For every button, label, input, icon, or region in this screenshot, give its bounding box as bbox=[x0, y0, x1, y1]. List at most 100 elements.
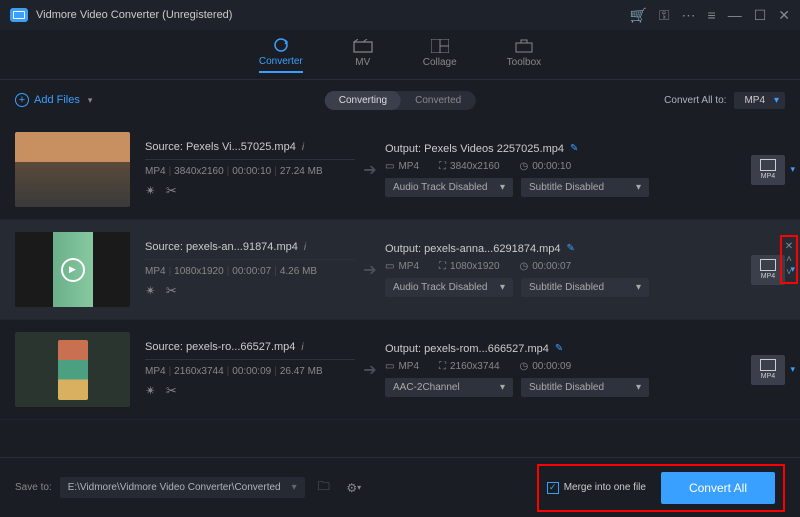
output-dur: ◷ 00:00:07 bbox=[520, 261, 572, 272]
output-filename: Output: pexels-rom...666527.mp4✎ bbox=[385, 343, 731, 355]
output-res: ⛶ 1080x1920 bbox=[439, 261, 500, 272]
remove-row-icon[interactable]: ✕ bbox=[785, 241, 793, 252]
minimize-icon[interactable]: — bbox=[728, 7, 742, 23]
effects-icon[interactable]: ✴ bbox=[145, 383, 156, 399]
converter-icon bbox=[271, 37, 291, 53]
tab-converting[interactable]: Converting bbox=[325, 91, 401, 110]
format-button[interactable]: MP4▾ bbox=[751, 355, 785, 385]
edit-name-icon[interactable]: ✎ bbox=[567, 243, 575, 254]
source-filename: Source: pexels-an...91874.mp4i bbox=[145, 241, 355, 253]
main-tabs: Converter MV Collage Toolbox bbox=[0, 30, 800, 80]
save-path-select[interactable]: E:\Vidmore\Vidmore Video Converter\Conve… bbox=[60, 477, 305, 498]
source-column: Source: Pexels Vi...57025.mp4i MP4|3840x… bbox=[145, 141, 355, 199]
save-to-label: Save to: bbox=[15, 482, 52, 493]
move-down-icon[interactable]: ˅ bbox=[786, 267, 792, 278]
source-filename: Source: pexels-ro...66527.mp4i bbox=[145, 341, 355, 353]
checkbox-icon: ✓ bbox=[547, 482, 559, 494]
app-title: Vidmore Video Converter (Unregistered) bbox=[36, 9, 629, 21]
output-res: ⛶ 2160x3744 bbox=[439, 361, 500, 372]
convert-all-button[interactable]: Convert All bbox=[661, 472, 775, 504]
cart-icon[interactable]: 🛒 bbox=[629, 7, 646, 24]
tab-collage-label: Collage bbox=[423, 57, 457, 68]
output-column: Output: pexels-rom...666527.mp4✎ ▭ MP4 ⛶… bbox=[385, 343, 741, 397]
settings-button[interactable]: ⚙▾ bbox=[343, 477, 365, 499]
app-logo-icon bbox=[10, 8, 28, 22]
key-icon[interactable]: ⚿ bbox=[659, 7, 670, 24]
audio-track-select[interactable]: AAC-2Channel▾ bbox=[385, 378, 513, 397]
add-files-button[interactable]: + Add Files ▾ bbox=[15, 93, 92, 107]
arrow-icon: ➔ bbox=[355, 160, 385, 180]
output-filename: Output: Pexels Videos 2257025.mp4✎ bbox=[385, 143, 731, 155]
output-format: ▭ MP4 bbox=[385, 161, 419, 172]
maximize-icon[interactable]: ☐ bbox=[754, 7, 767, 24]
chevron-down-icon: ▾ bbox=[790, 364, 795, 375]
video-thumbnail[interactable] bbox=[15, 332, 130, 407]
info-icon[interactable]: i bbox=[301, 342, 303, 353]
output-dur: ◷ 00:00:09 bbox=[520, 361, 572, 372]
video-thumbnail[interactable]: ▶ bbox=[15, 232, 130, 307]
close-icon[interactable]: ✕ bbox=[778, 7, 790, 24]
row-side-controls: ✕ ˄ ˅ bbox=[780, 235, 798, 284]
move-up-icon[interactable]: ˄ bbox=[786, 254, 792, 265]
file-row[interactable]: ▶ Source: pexels-an...91874.mp4i MP4|108… bbox=[0, 220, 800, 320]
convert-all-to: Convert All to: MP4 bbox=[664, 92, 785, 109]
edit-name-icon[interactable]: ✎ bbox=[570, 143, 578, 154]
source-meta: MP4|1080x1920|00:00:07|4.26 MB bbox=[145, 266, 355, 277]
cut-icon[interactable]: ✂ bbox=[166, 183, 177, 199]
output-filename: Output: pexels-anna...6291874.mp4✎ bbox=[385, 243, 731, 255]
source-meta: MP4|2160x3744|00:00:09|26.47 MB bbox=[145, 366, 355, 377]
source-filename: Source: Pexels Vi...57025.mp4i bbox=[145, 141, 355, 153]
feedback-icon[interactable]: ⋯ bbox=[682, 7, 696, 24]
output-dur: ◷ 00:00:10 bbox=[520, 161, 572, 172]
file-list: Source: Pexels Vi...57025.mp4i MP4|3840x… bbox=[0, 120, 800, 457]
tab-converter[interactable]: Converter bbox=[259, 37, 303, 73]
format-button[interactable]: MP4▾ bbox=[751, 155, 785, 185]
effects-icon[interactable]: ✴ bbox=[145, 183, 156, 199]
tab-converted[interactable]: Converted bbox=[401, 91, 475, 110]
chevron-down-icon: ▾ bbox=[790, 164, 795, 175]
convert-all-to-label: Convert All to: bbox=[664, 95, 726, 106]
tab-mv[interactable]: MV bbox=[353, 38, 373, 72]
cut-icon[interactable]: ✂ bbox=[166, 283, 177, 299]
subtitle-select[interactable]: Subtitle Disabled▾ bbox=[521, 178, 649, 197]
arrow-icon: ➔ bbox=[355, 360, 385, 380]
arrow-icon: ➔ bbox=[355, 260, 385, 280]
source-meta: MP4|3840x2160|00:00:10|27.24 MB bbox=[145, 166, 355, 177]
collage-icon bbox=[430, 38, 450, 54]
output-res: ⛶ 3840x2160 bbox=[439, 161, 500, 172]
tab-mv-label: MV bbox=[355, 57, 370, 68]
tab-collage[interactable]: Collage bbox=[423, 38, 457, 72]
output-format: ▭ MP4 bbox=[385, 361, 419, 372]
file-row[interactable]: Source: Pexels Vi...57025.mp4i MP4|3840x… bbox=[0, 120, 800, 220]
menu-icon[interactable]: ≡ bbox=[708, 7, 716, 23]
titlebar: Vidmore Video Converter (Unregistered) 🛒… bbox=[0, 0, 800, 30]
output-column: Output: Pexels Videos 2257025.mp4✎ ▭ MP4… bbox=[385, 143, 741, 197]
video-thumbnail[interactable] bbox=[15, 132, 130, 207]
audio-track-select[interactable]: Audio Track Disabled▾ bbox=[385, 178, 513, 197]
merge-label-text: Merge into one file bbox=[564, 482, 646, 493]
audio-track-select[interactable]: Audio Track Disabled▾ bbox=[385, 278, 513, 297]
info-icon[interactable]: i bbox=[302, 142, 304, 153]
output-column: Output: pexels-anna...6291874.mp4✎ ▭ MP4… bbox=[385, 243, 741, 297]
format-select[interactable]: MP4 bbox=[734, 92, 785, 109]
cut-icon[interactable]: ✂ bbox=[166, 383, 177, 399]
effects-icon[interactable]: ✴ bbox=[145, 283, 156, 299]
info-icon[interactable]: i bbox=[304, 242, 306, 253]
subtitle-select[interactable]: Subtitle Disabled▾ bbox=[521, 378, 649, 397]
toolbar: + Add Files ▾ Converting Converted Conve… bbox=[0, 80, 800, 120]
file-row[interactable]: Source: pexels-ro...66527.mp4i MP4|2160x… bbox=[0, 320, 800, 420]
source-column: Source: pexels-ro...66527.mp4i MP4|2160x… bbox=[145, 341, 355, 399]
output-format: ▭ MP4 bbox=[385, 261, 419, 272]
status-tabs: Converting Converted bbox=[325, 91, 476, 110]
plus-icon: + bbox=[15, 93, 29, 107]
tab-converter-label: Converter bbox=[259, 56, 303, 67]
toolbox-icon bbox=[514, 38, 534, 54]
source-column: Source: pexels-an...91874.mp4i MP4|1080x… bbox=[145, 241, 355, 299]
merge-checkbox[interactable]: ✓ Merge into one file bbox=[547, 482, 646, 494]
subtitle-select[interactable]: Subtitle Disabled▾ bbox=[521, 278, 649, 297]
edit-name-icon[interactable]: ✎ bbox=[555, 343, 563, 354]
tab-toolbox-label: Toolbox bbox=[507, 57, 541, 68]
tab-toolbox[interactable]: Toolbox bbox=[507, 38, 541, 72]
play-icon[interactable]: ▶ bbox=[61, 258, 85, 282]
open-folder-button[interactable]: 🗀 bbox=[313, 477, 335, 499]
